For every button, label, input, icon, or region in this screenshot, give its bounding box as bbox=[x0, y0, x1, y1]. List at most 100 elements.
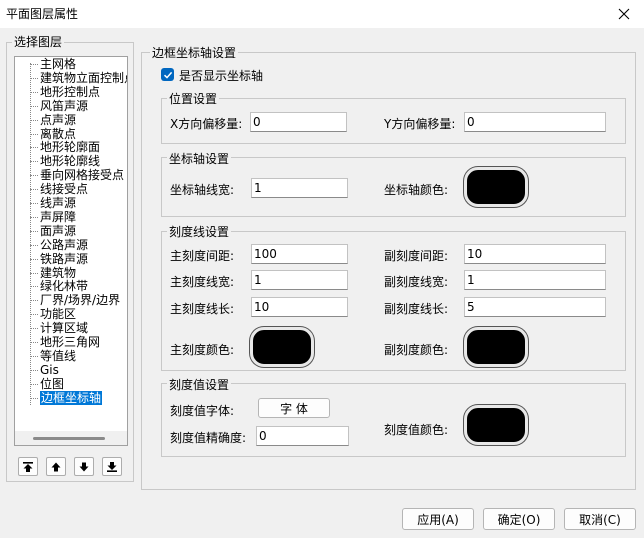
tree-item[interactable]: Gis bbox=[30, 363, 59, 377]
show-axis-checkbox[interactable] bbox=[161, 68, 174, 81]
major-width-input[interactable] bbox=[251, 270, 348, 290]
tree-item-label: 地形轮廓线 bbox=[40, 154, 101, 169]
tree-item[interactable]: 地形三角网 bbox=[30, 335, 100, 349]
tree-item[interactable]: 计算区域 bbox=[30, 321, 88, 335]
move-down-button[interactable] bbox=[74, 457, 94, 476]
minor-width-label: 副刻度线宽: bbox=[384, 275, 449, 289]
tree-item[interactable]: 边框坐标轴 bbox=[30, 390, 103, 405]
minor-spacing-input[interactable] bbox=[464, 244, 606, 264]
checkmark-icon bbox=[163, 71, 172, 79]
tick-precision-input[interactable] bbox=[256, 426, 349, 446]
tick-value-color-label: 刻度值颜色: bbox=[384, 423, 449, 437]
tree-item[interactable]: 地形控制点 bbox=[30, 85, 100, 99]
tree-item-label: 地形三角网 bbox=[40, 335, 101, 349]
arrow-down-icon bbox=[79, 462, 89, 471]
minor-spacing-label: 副刻度间距: bbox=[384, 249, 449, 263]
layer-tree[interactable]: 主网格 建筑物立面控制点 地形控制点 风笛声源 点声源 离散点 地形轮廓面 地形轮廓线 垂向网格… bbox=[14, 56, 128, 446]
tree-item-label: 地形控制点 bbox=[40, 84, 101, 99]
major-color-label: 主刻度颜色: bbox=[170, 343, 235, 357]
major-color-swatch[interactable] bbox=[250, 327, 314, 367]
tree-item-label: 声屏障 bbox=[40, 209, 77, 224]
tree-item-label: 建筑物立面控制点 bbox=[40, 70, 128, 85]
apply-button[interactable]: 应用(A) bbox=[402, 508, 474, 530]
window-title: 平面图层属性 bbox=[6, 7, 79, 21]
tree-item-label: 边框坐标轴 bbox=[40, 390, 103, 405]
tree-item[interactable]: 绿化林带 bbox=[30, 279, 88, 293]
tree-item[interactable]: 公路声源 bbox=[30, 238, 88, 252]
minor-color-swatch[interactable] bbox=[464, 327, 528, 367]
tree-item[interactable]: 建筑物立面控制点 bbox=[30, 70, 128, 85]
close-icon bbox=[618, 8, 630, 20]
tick-font-label: 刻度值字体: bbox=[170, 404, 235, 418]
tree-item[interactable]: 主网格 bbox=[30, 57, 76, 71]
tree-item[interactable]: 厂界/场界/边界 bbox=[30, 293, 120, 307]
tree-item-label: 垂向网格接受点 bbox=[40, 168, 125, 183]
axis-color-label: 坐标轴颜色: bbox=[384, 183, 449, 197]
arrow-up-icon bbox=[51, 462, 61, 471]
ok-button[interactable]: 确定(O) bbox=[483, 508, 555, 530]
tree-item[interactable]: 声屏障 bbox=[30, 210, 76, 224]
tree-item-label: 厂界/场界/边界 bbox=[40, 293, 121, 308]
title-bar: 平面图层属性 bbox=[0, 0, 644, 28]
cancel-button[interactable]: 取消(C) bbox=[564, 508, 636, 530]
tree-item[interactable]: 面声源 bbox=[30, 224, 76, 238]
minor-color-label: 副刻度颜色: bbox=[384, 343, 449, 357]
tree-item[interactable]: 功能区 bbox=[30, 307, 76, 321]
minor-length-label: 副刻度线长: bbox=[384, 302, 449, 316]
move-bottom-icon bbox=[107, 461, 117, 472]
minor-length-input[interactable] bbox=[464, 297, 606, 317]
tree-item-label: 点声源 bbox=[40, 112, 77, 127]
position-group-label: 位置设置 bbox=[167, 90, 220, 107]
tree-item-label: 线接受点 bbox=[40, 182, 89, 197]
font-button[interactable]: 字 体 bbox=[258, 398, 330, 418]
axis-settings-label: 边框坐标轴设置 bbox=[150, 44, 239, 61]
tree-item-label: 公路声源 bbox=[40, 237, 89, 252]
tree-item[interactable]: 线声源 bbox=[30, 196, 76, 210]
axis-color-swatch[interactable] bbox=[464, 167, 528, 207]
axis-width-label: 坐标轴线宽: bbox=[170, 183, 235, 197]
scrollbar-thumb[interactable] bbox=[33, 437, 105, 440]
tree-item[interactable]: 地形轮廓面 bbox=[30, 140, 100, 154]
tick-value-color-swatch[interactable] bbox=[464, 405, 528, 445]
y-offset-input[interactable] bbox=[464, 112, 606, 132]
tree-item[interactable]: 线接受点 bbox=[30, 182, 88, 196]
x-offset-label: X方向偏移量: bbox=[170, 117, 243, 131]
tree-item[interactable]: 建筑物 bbox=[30, 266, 76, 280]
tree-item[interactable]: 位图 bbox=[30, 377, 64, 391]
minor-width-input[interactable] bbox=[464, 270, 606, 290]
tree-item[interactable]: 地形轮廓线 bbox=[30, 154, 100, 168]
tree-item-label: 绿化林带 bbox=[40, 279, 89, 294]
close-button[interactable] bbox=[604, 0, 644, 28]
tree-item-label: 风笛声源 bbox=[40, 98, 89, 113]
tree-item-label: 功能区 bbox=[40, 307, 77, 322]
tree-item-label: 位图 bbox=[40, 376, 65, 391]
tree-item-label: Gis bbox=[40, 362, 59, 377]
tree-item-label: 离散点 bbox=[40, 126, 77, 141]
tick-precision-label: 刻度值精确度: bbox=[170, 431, 247, 445]
move-top-icon bbox=[23, 461, 33, 472]
tree-item-label: 计算区域 bbox=[40, 321, 89, 336]
tree-item[interactable]: 点声源 bbox=[30, 113, 76, 127]
major-length-input[interactable] bbox=[251, 297, 348, 317]
major-width-label: 主刻度线宽: bbox=[170, 275, 235, 289]
move-to-bottom-button[interactable] bbox=[102, 457, 122, 476]
tree-item[interactable]: 铁路声源 bbox=[30, 252, 88, 266]
tree-item[interactable]: 离散点 bbox=[30, 127, 76, 141]
tree-item-label: 地形轮廓面 bbox=[40, 140, 101, 155]
move-to-top-button[interactable] bbox=[18, 457, 38, 476]
x-offset-input[interactable] bbox=[250, 112, 347, 132]
tree-item[interactable]: 风笛声源 bbox=[30, 99, 88, 113]
layer-group-label: 选择图层 bbox=[12, 33, 65, 50]
axis-width-input[interactable] bbox=[251, 178, 348, 198]
y-offset-label: Y方向偏移量: bbox=[384, 117, 456, 131]
axis-group-label: 坐标轴设置 bbox=[167, 150, 232, 167]
tree-item-label: 线声源 bbox=[40, 196, 77, 210]
tick-group-label: 刻度线设置 bbox=[167, 223, 232, 240]
major-spacing-input[interactable] bbox=[251, 244, 348, 264]
tree-item[interactable]: 等值线 bbox=[30, 349, 76, 363]
tree-horizontal-scrollbar[interactable] bbox=[15, 431, 127, 445]
major-spacing-label: 主刻度间距: bbox=[170, 249, 235, 263]
tree-item[interactable]: 垂向网格接受点 bbox=[30, 168, 124, 182]
tick-value-group-label: 刻度值设置 bbox=[167, 376, 232, 393]
move-up-button[interactable] bbox=[46, 457, 66, 476]
